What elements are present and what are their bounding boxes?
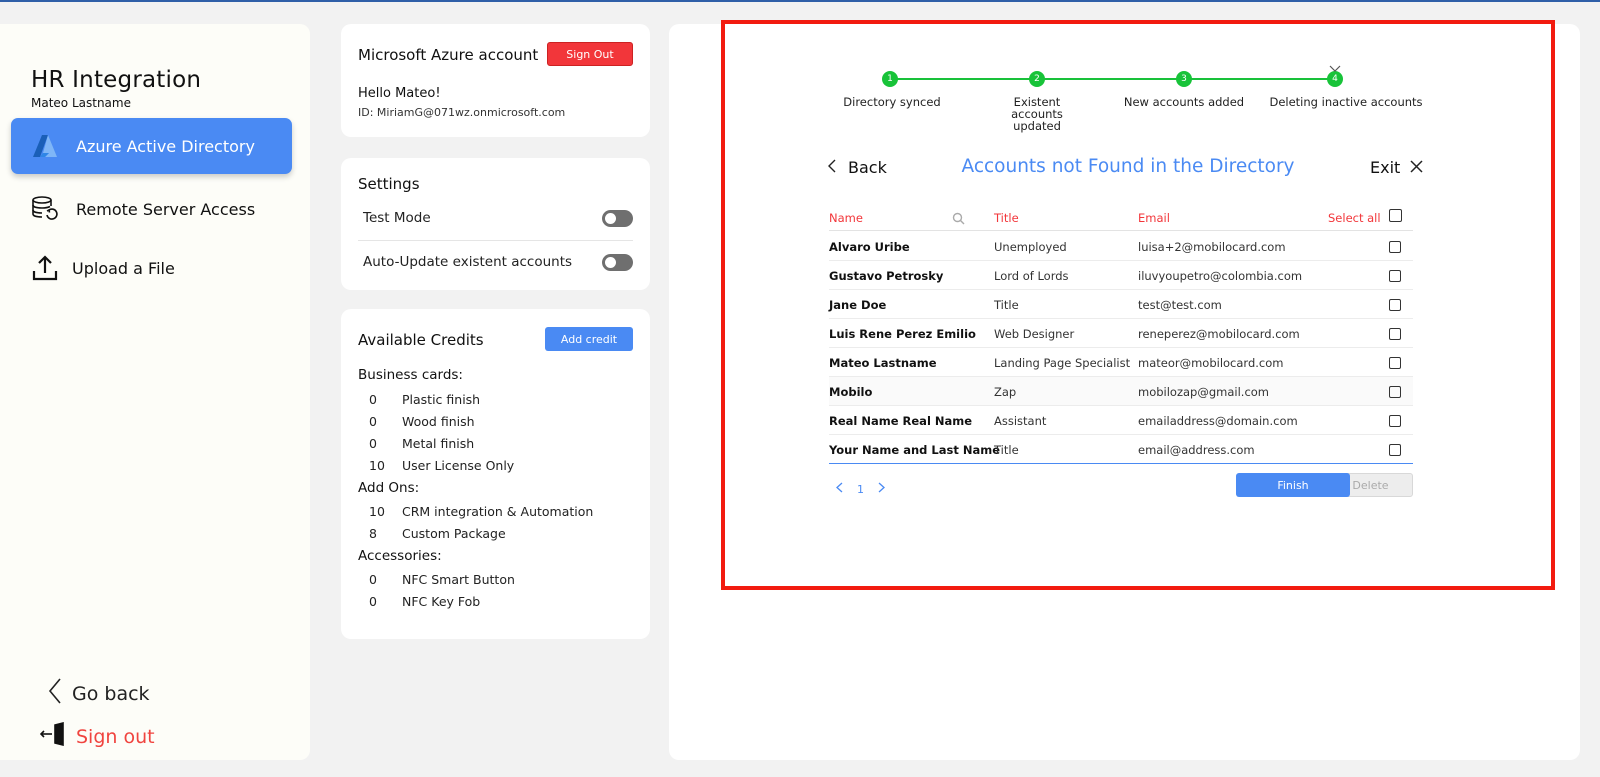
sidebar: HR Integration Mateo Lastname Azure Acti… [0,24,310,760]
database-sync-icon [30,194,60,224]
top-accent-line [0,0,1600,2]
account-id-text: ID: MiriamG@071wz.onmicrosoft.com [358,106,566,119]
sign-out-label: Sign out [76,725,155,748]
sidebar-item-azure-active-directory[interactable]: Azure Active Directory [11,118,292,174]
azure-sign-out-button[interactable]: Sign Out [547,42,633,66]
chevron-left-icon [48,678,62,709]
credits-title: Available Credits [358,331,484,349]
credits-card: Available Credits Add credit Business ca… [341,309,650,639]
sidebar-item-label: Upload a File [72,258,175,278]
go-back-label: Go back [72,682,150,705]
test-mode-toggle[interactable] [602,209,633,227]
setting-label: Test Mode [363,210,431,226]
logout-icon [39,721,66,751]
sidebar-sign-out-link[interactable]: Sign out [39,721,155,751]
sidebar-user-name: Mateo Lastname [31,96,131,110]
settings-title: Settings [358,175,420,193]
credit-item: 0 Plastic finish [369,392,481,407]
sidebar-item-upload-a-file[interactable]: Upload a File [11,240,292,296]
azure-account-title: Microsoft Azure account [358,46,539,64]
credit-item: 10 CRM integration & Automation [369,504,594,519]
credit-group-heading: Business cards: [358,367,463,383]
credit-item: 0 NFC Smart Button [369,572,515,587]
divider [358,240,633,241]
credit-item: 0 Metal finish [369,436,475,451]
setting-label: Auto-Update existent accounts [363,254,573,270]
setting-auto-update: Auto-Update existent accounts [363,242,633,282]
app-title: HR Integration [31,67,202,93]
azure-logo-icon [30,131,60,161]
greeting-text: Hello Mateo! [358,86,441,101]
auto-update-toggle[interactable] [602,253,633,271]
azure-account-card: Microsoft Azure account Sign Out Hello M… [341,24,650,137]
sidebar-item-label: Remote Server Access [76,199,256,219]
highlight-frame [721,20,1555,590]
go-back-link[interactable]: Go back [48,678,150,709]
credit-item: 8 Custom Package [369,526,506,541]
credit-group-heading: Add Ons: [358,480,420,496]
sidebar-item-label: Azure Active Directory [76,136,255,156]
setting-test-mode: Test Mode [363,198,633,238]
credit-item: 0 Wood finish [369,414,475,429]
credit-item: 0 NFC Key Fob [369,594,481,609]
upload-icon [30,253,60,283]
add-credit-button[interactable]: Add credit [545,327,633,351]
credit-item: 10 User License Only [369,458,515,473]
credit-group-heading: Accessories: [358,548,442,564]
sidebar-item-remote-server-access[interactable]: Remote Server Access [11,181,292,237]
settings-card: Settings Test Mode Auto-Update existent … [341,158,650,290]
